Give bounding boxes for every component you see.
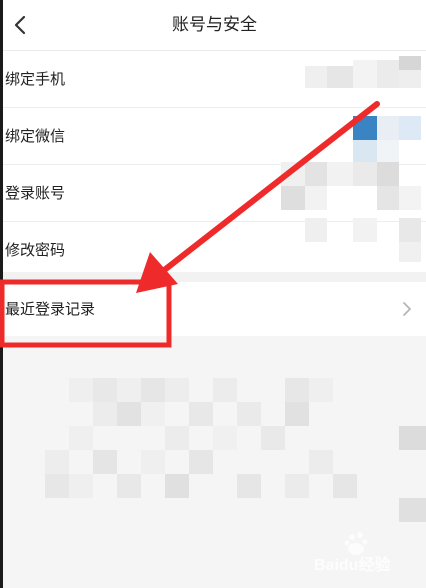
watermark-logo-icon: Baidu经验 (314, 532, 391, 574)
row-label: 绑定手机 (5, 70, 66, 88)
row-recent-login-records[interactable]: 最近登录记录 (3, 282, 426, 336)
phone-screen: 账号与安全 绑定手机 绑定微信 登录账号 修改密码 最近登录记录 Baidu经验 (3, 0, 426, 588)
page-title: 账号与安全 (172, 15, 257, 35)
row-label: 修改密码 (5, 241, 66, 259)
group-gap (3, 272, 426, 282)
row-label: 绑定微信 (5, 127, 66, 145)
row-label: 最近登录记录 (5, 300, 96, 318)
nav-bar: 账号与安全 (3, 0, 426, 51)
row-label: 登录账号 (5, 184, 66, 202)
watermark-text: Baidu经验 (314, 555, 391, 574)
chevron-right-icon (403, 302, 411, 316)
